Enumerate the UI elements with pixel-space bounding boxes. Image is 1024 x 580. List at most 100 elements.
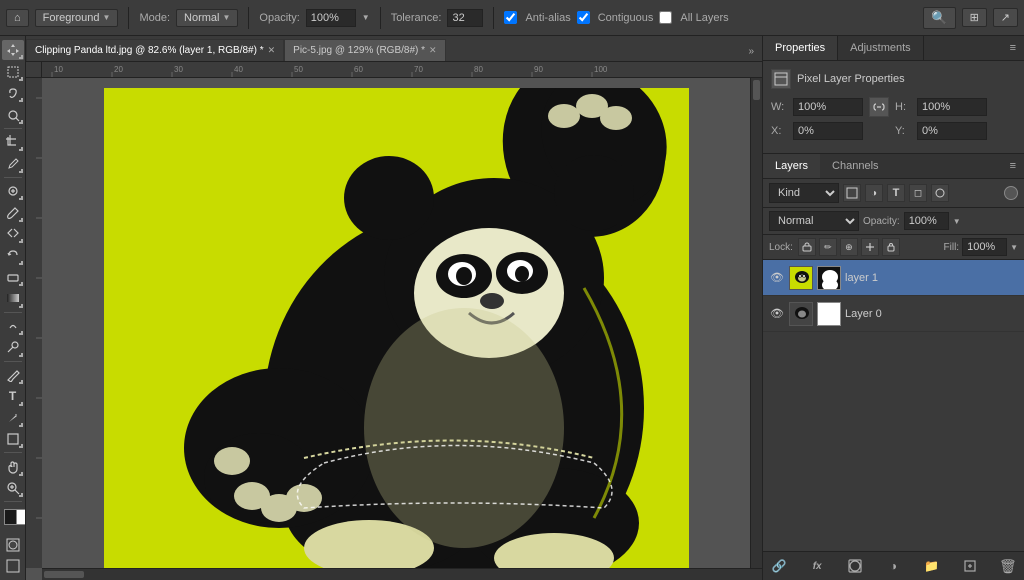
tabs-bar: Clipping Panda ltd.jpg @ 82.6% (layer 1,… — [26, 36, 762, 62]
tab-layers[interactable]: Layers — [763, 154, 820, 178]
tab-properties[interactable]: Properties — [763, 36, 838, 60]
tab-close-icon[interactable]: ✕ — [429, 45, 437, 56]
layer-list: 👁 — [763, 260, 1024, 551]
layers-opacity-input[interactable] — [904, 212, 949, 230]
h-input[interactable] — [917, 98, 987, 116]
arrange-docs-button[interactable]: » — [740, 42, 762, 61]
lock-image-button[interactable]: ✏ — [819, 238, 837, 256]
arrange-button[interactable]: ⊞ — [962, 8, 987, 27]
tool-corner-indicator — [19, 472, 23, 476]
opacity-chevron: ▼ — [953, 217, 961, 226]
filter-kind-select[interactable]: Kind — [769, 183, 839, 203]
new-group-button[interactable]: 📁 — [922, 556, 942, 576]
filter-adjust-icon[interactable]: ◑ — [865, 184, 883, 202]
new-adjustment-button[interactable]: ◑ — [883, 556, 903, 576]
tab-clipping-panda[interactable]: Clipping Panda ltd.jpg @ 82.6% (layer 1,… — [26, 39, 284, 61]
add-mask-button[interactable] — [845, 556, 865, 576]
tab-channels[interactable]: Channels — [820, 154, 890, 178]
tab-close-icon[interactable]: ✕ — [268, 45, 276, 56]
shape-tool[interactable] — [2, 429, 24, 449]
blend-mode-select[interactable]: Normal — [769, 211, 859, 231]
pen-tool[interactable] — [2, 365, 24, 385]
crop-tool[interactable] — [2, 132, 24, 152]
rectangular-marquee-tool[interactable] — [2, 61, 24, 81]
blur-tool[interactable] — [2, 316, 24, 336]
link-layers-button[interactable]: 🔗 — [769, 556, 789, 576]
filter-smart-icon[interactable] — [931, 184, 949, 202]
background-color-swatch[interactable] — [16, 509, 27, 525]
filter-pixel-icon[interactable] — [843, 184, 861, 202]
brush-tool[interactable] — [2, 202, 24, 222]
foreground-selector[interactable]: Foreground ▼ — [35, 9, 119, 27]
x-input[interactable] — [793, 122, 863, 140]
delete-layer-button[interactable]: 🗑 — [998, 556, 1018, 576]
lock-all-button[interactable] — [882, 238, 900, 256]
y-input[interactable] — [917, 122, 987, 140]
pixel-layer-title: Pixel Layer Properties — [797, 73, 905, 85]
search-button[interactable]: 🔍 — [923, 7, 955, 29]
clone-stamp-tool[interactable] — [2, 224, 24, 244]
lock-transparent-button[interactable] — [798, 238, 816, 256]
zoom-tool[interactable] — [2, 478, 24, 498]
eraser-tool[interactable] — [2, 267, 24, 287]
chevron-icon2: ▼ — [362, 13, 370, 22]
opacity-input[interactable] — [306, 9, 356, 27]
vertical-scrollbar[interactable] — [750, 78, 762, 568]
filter-shape-icon[interactable]: ◻ — [909, 184, 927, 202]
filter-type-icon[interactable]: T — [887, 184, 905, 202]
spot-healing-tool[interactable] — [2, 181, 24, 201]
screen-mode-button[interactable] — [2, 556, 24, 576]
tab-pic5[interactable]: Pic-5.jpg @ 129% (RGB/8#) * ✕ — [284, 39, 445, 61]
fx-button[interactable]: fx — [807, 556, 827, 576]
artwork-layer — [104, 88, 689, 568]
lock-artboard-button[interactable]: ⊕ — [840, 238, 858, 256]
quick-mask-button[interactable] — [3, 537, 23, 553]
hand-tool[interactable] — [2, 456, 24, 476]
tool-separator — [4, 452, 22, 453]
tool-corner-indicator — [19, 304, 23, 308]
v-scrollbar-thumb[interactable] — [753, 80, 760, 100]
svg-text:50: 50 — [294, 65, 303, 74]
tool-separator — [4, 361, 22, 362]
quick-select-tool[interactable] — [2, 104, 24, 124]
separator — [380, 7, 381, 29]
path-select-tool[interactable] — [2, 408, 24, 428]
x-label: X: — [771, 125, 787, 137]
contiguous-checkbox[interactable] — [577, 11, 590, 24]
properties-menu-icon[interactable]: ≡ — [1002, 36, 1024, 60]
lasso-tool[interactable] — [2, 83, 24, 103]
filter-active-indicator[interactable] — [1004, 186, 1018, 200]
mode-icons — [3, 537, 23, 553]
new-layer-button[interactable] — [960, 556, 980, 576]
history-brush-tool[interactable] — [2, 245, 24, 265]
tolerance-input[interactable] — [447, 9, 483, 27]
type-tool[interactable]: T — [2, 386, 24, 406]
home-button[interactable]: ⌂ — [6, 9, 29, 27]
tool-corner-indicator — [19, 353, 23, 357]
anti-alias-checkbox[interactable] — [504, 11, 517, 24]
layer-0-visibility-toggle[interactable]: 👁 — [769, 306, 785, 322]
fill-input[interactable] — [962, 238, 1007, 256]
gradient-tool[interactable] — [2, 288, 24, 308]
properties-tabs: Properties Adjustments ≡ — [763, 36, 1024, 61]
link-dimensions-button[interactable] — [869, 97, 889, 117]
canvas-scroll-area — [42, 78, 750, 568]
dodge-tool[interactable] — [2, 337, 24, 357]
move-tool[interactable] — [2, 40, 24, 60]
layer-item-1[interactable]: 👁 — [763, 260, 1024, 296]
layers-menu-icon[interactable]: ≡ — [1002, 154, 1024, 178]
properties-content: Pixel Layer Properties W: H: X: — [763, 61, 1024, 153]
layer-item-0[interactable]: 👁 — [763, 296, 1024, 332]
share-button[interactable]: ↗ — [993, 8, 1018, 27]
svg-text:20: 20 — [114, 65, 123, 74]
w-input[interactable] — [793, 98, 863, 116]
tab-adjustments[interactable]: Adjustments — [838, 36, 924, 60]
layer-1-visibility-toggle[interactable]: 👁 — [769, 270, 785, 286]
lock-position-button[interactable] — [861, 238, 879, 256]
h-scrollbar-thumb[interactable] — [44, 571, 84, 578]
all-layers-checkbox[interactable] — [659, 11, 672, 24]
mode-selector[interactable]: Normal ▼ — [176, 9, 238, 27]
y-label: Y: — [895, 125, 911, 137]
horizontal-scrollbar[interactable] — [42, 568, 762, 580]
eyedropper-tool[interactable] — [2, 153, 24, 173]
